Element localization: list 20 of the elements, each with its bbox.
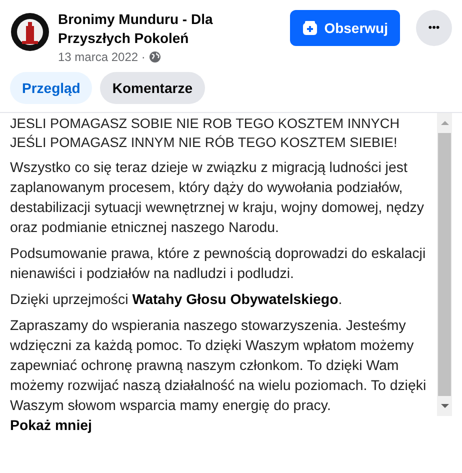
page-name[interactable]: Bronimy Munduru - Dla Przyszłych Pokoleń [58,10,238,48]
paragraph: Podsumowanie prawa, które z pewnością doprowadzi do eskalacji nienawiści i podziałów na nadludzi i podludzi. [10,245,427,284]
more-button[interactable]: ••• [416,10,452,46]
logo-icon [10,12,50,52]
tab[interactable]: Przegląd [10,72,92,104]
show-less-link[interactable]: Pokaż mniej [0,416,462,436]
scrollbar-thumb[interactable] [438,133,451,396]
globe-icon [149,51,162,63]
tab[interactable]: Komentarze [100,72,204,104]
post-date[interactable]: 13 marca 2022 · [58,50,146,64]
scrollbar[interactable] [437,113,452,416]
add-page-icon [302,20,318,36]
paragraph: Wszystko co się teraz dzieje w związku z migracją ludności jest zaplanowanym procesem, który dąży do wywołania podziałów, destabilizacji sytuacji wewnętrznej w kraju, wojny domowej, nędzy oraz podmianie etnicznej naszego Narodu. [10,159,425,238]
follow-button[interactable]: Obserwuj [290,10,400,46]
paragraph: Zapraszamy do wspierania naszego stowarzyszenia. Jesteśmy wdzięczni za każdą pomoc. To dzięki Waszym wpłatom możemy zapewniać ochronę prawną naszym członkom. To dzięki Wam możemy rozwijać naszą działalność na wielu poziomach. To dzięki Waszym słowom wsparcia mamy energię do pracy. [10,317,428,416]
heading-line: JEŚLI POMAGASZ INNYM NIE RÓB TEGO KOSZTEM SIEBIE! [10,134,398,152]
scroll-up-icon[interactable] [440,120,448,126]
paragraph: Dzięki uprzejmości Watahy Głosu Obywatelskiego. [10,291,344,310]
heading-line: JESLI POMAGASZ SOBIE NIE ROB TEGO KOSZTEM INNYCH [10,115,401,133]
scroll-down-icon[interactable] [440,403,448,409]
